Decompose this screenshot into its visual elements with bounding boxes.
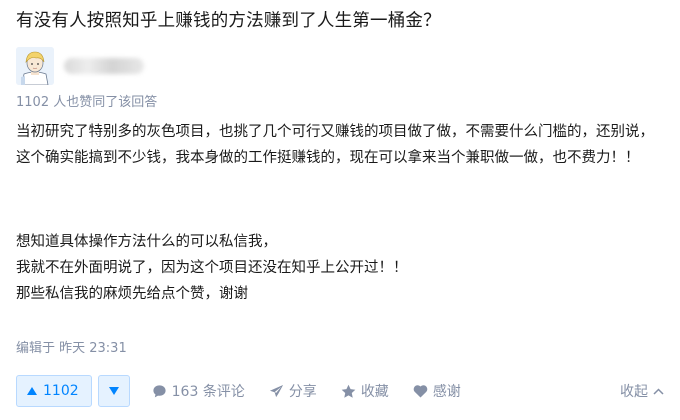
answer-paragraph: 当初研究了特别多的灰色项目，也挑了几个可行又赚钱的项目做了做，不需要什么门槛的，… — [16, 124, 654, 166]
triangle-up-icon — [27, 387, 37, 395]
triangle-down-icon — [108, 387, 119, 395]
paper-plane-icon — [269, 384, 283, 397]
author-name-redacted[interactable] — [64, 58, 144, 74]
thanks-label: 感谢 — [432, 384, 461, 400]
collapse-label: 收起 — [620, 384, 648, 400]
avatar-illustration — [16, 47, 54, 85]
question-title[interactable]: 有没有人按照知乎上赚钱的方法赚到了人生第一桶金？ — [16, 8, 441, 34]
author-avatar[interactable] — [16, 47, 54, 85]
answer-paragraph: 那些私信我的麻烦先给点个赞，谢谢 — [16, 286, 248, 302]
answer-paragraph: 想知道具体操作方法什么的可以私信我， — [16, 234, 277, 250]
comment-button[interactable]: 163 条评论 — [152, 381, 245, 401]
star-icon — [341, 384, 356, 398]
answer-content: 当初研究了特别多的灰色项目，也挑了几个可行又赚钱的项目做了做，不需要什么门槛的，… — [16, 119, 661, 307]
collapse-button[interactable]: 收起 — [620, 381, 664, 401]
action-bar: 1102 163 条评论 分享 收藏 感谢 收起 — [16, 374, 664, 408]
upvote-button[interactable]: 1102 — [16, 375, 92, 407]
answer-paragraph: 我就不在外面明说了，因为这个项目还没在知乎上公开过！！ — [16, 260, 408, 276]
heart-icon — [413, 385, 428, 398]
share-button[interactable]: 分享 — [269, 381, 317, 401]
favorite-button[interactable]: 收藏 — [341, 381, 389, 401]
favorite-label: 收藏 — [360, 384, 389, 400]
upvote-count: 1102 — [43, 383, 79, 399]
edit-time[interactable]: 编辑于 昨天 23:31 — [16, 340, 127, 358]
comment-bubble-icon — [153, 384, 166, 397]
downvote-button[interactable] — [97, 375, 130, 407]
upvote-note: 1102 人也赞同了该回答 — [16, 95, 158, 110]
chevron-up-icon — [653, 387, 664, 395]
share-label: 分享 — [288, 384, 317, 400]
thanks-button[interactable]: 感谢 — [413, 381, 461, 401]
comment-count-label: 163 条评论 — [171, 384, 245, 400]
author-row — [16, 45, 144, 87]
